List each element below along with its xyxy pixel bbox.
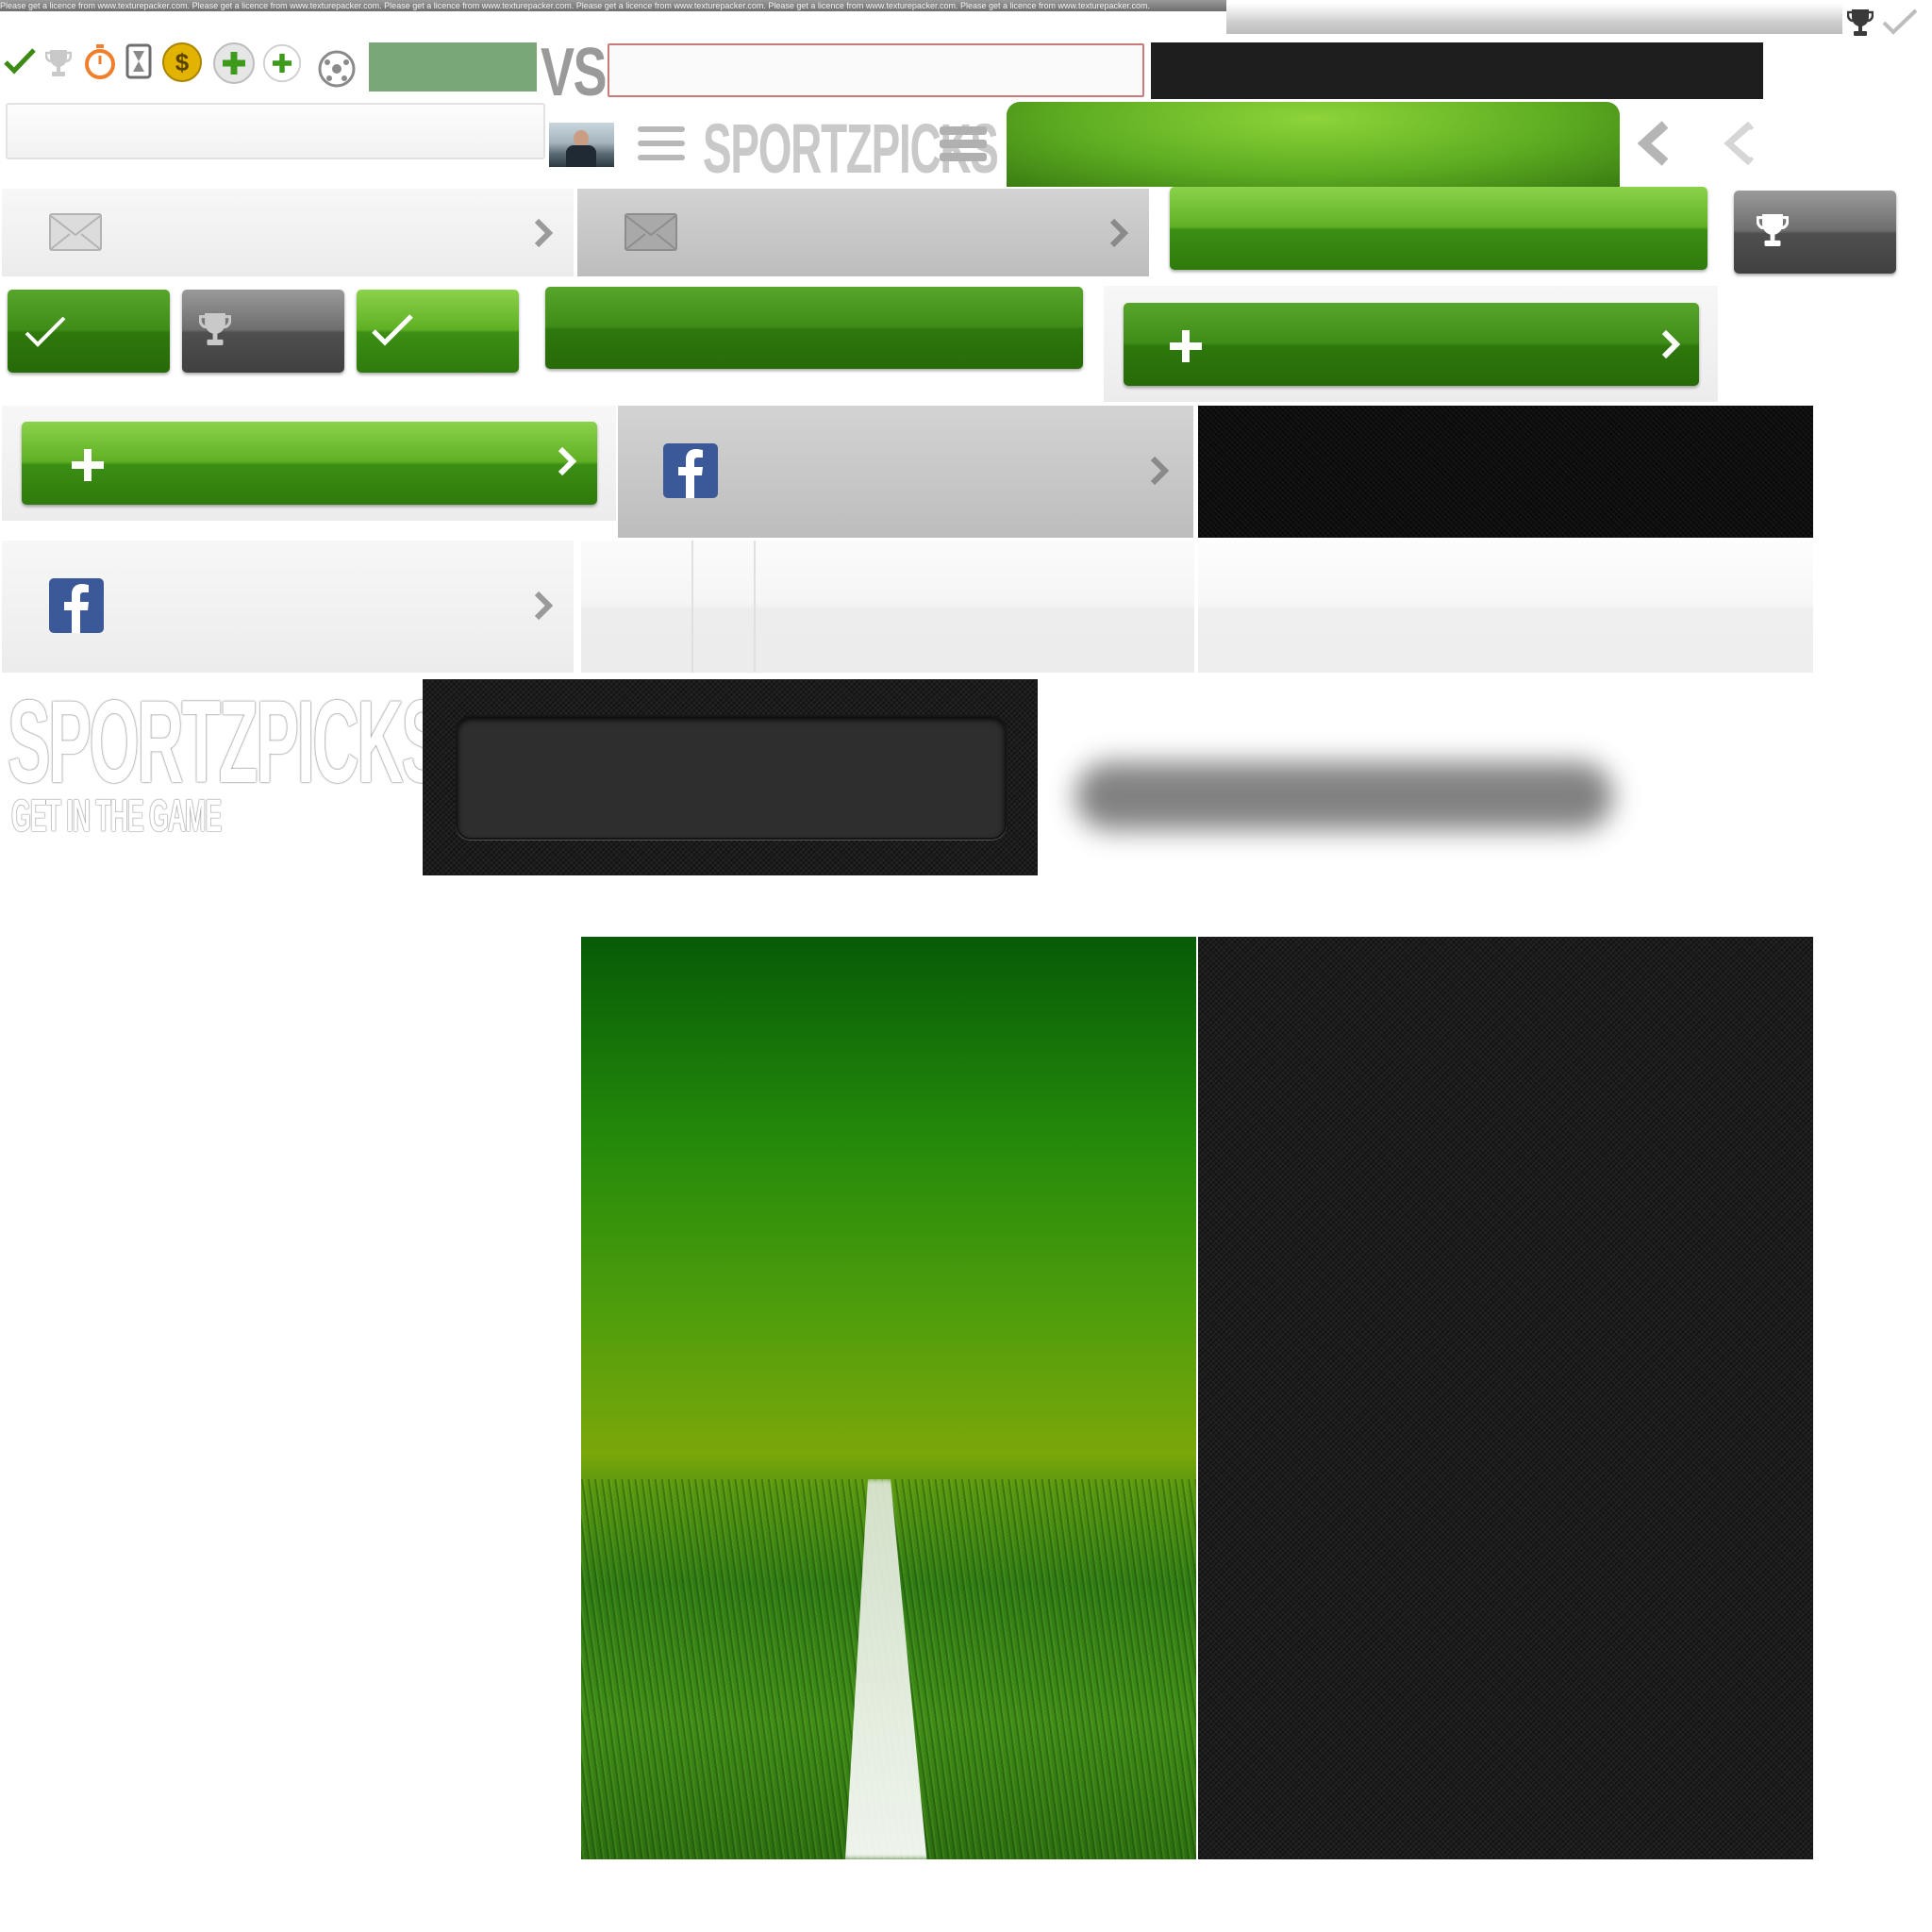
carbon-background <box>1198 937 1813 1859</box>
avatar[interactable] <box>549 123 614 167</box>
trophy-icon <box>1847 8 1874 38</box>
chevron-right-icon <box>1659 327 1682 361</box>
add-button[interactable] <box>22 422 597 505</box>
trophy-icon <box>199 310 231 348</box>
hourglass-icon <box>125 43 153 79</box>
facebook-cell[interactable] <box>2 541 574 673</box>
trophy-button[interactable] <box>182 290 344 373</box>
logo-tagline: GET IN THE GAME <box>11 791 222 841</box>
menu-icon[interactable] <box>636 121 687 166</box>
check-icon-gray <box>1881 8 1919 36</box>
plus-circle-icon[interactable] <box>212 42 256 85</box>
license-watermark: Please get a licence from www.texturepac… <box>0 0 1226 11</box>
facebook-icon <box>49 578 104 633</box>
check-icon <box>370 310 415 348</box>
coin-dollar-icon: $ <box>161 42 203 83</box>
chevron-right-icon <box>532 217 555 249</box>
mail-list-cell-selected[interactable] <box>577 189 1149 276</box>
add-button[interactable] <box>1124 303 1699 386</box>
chevron-right-icon <box>1148 455 1171 487</box>
facebook-cell-selected[interactable] <box>618 406 1193 538</box>
menu-icon[interactable] <box>938 121 989 166</box>
logo-title: SPORTZPICKS <box>8 677 444 808</box>
text-input-box[interactable] <box>608 43 1144 97</box>
chevron-right-icon <box>1108 217 1130 249</box>
mail-list-cell[interactable] <box>2 189 574 276</box>
chevron-right-icon <box>556 444 578 478</box>
dark-text-field-frame <box>423 679 1038 875</box>
facebook-icon <box>663 443 718 498</box>
silver-top-bar <box>1226 4 1842 34</box>
grass-field-background <box>581 937 1196 1859</box>
check-icon <box>4 47 36 75</box>
plus-icon <box>1167 327 1205 365</box>
green-team-bar <box>369 42 537 92</box>
mail-icon <box>49 213 102 251</box>
check-button[interactable] <box>8 290 170 373</box>
dark-text-field[interactable] <box>456 715 1007 840</box>
carbon-panel <box>1198 406 1813 538</box>
svg-text:$: $ <box>175 48 190 76</box>
add-button-frame <box>1104 286 1718 402</box>
plain-cell <box>1198 541 1813 673</box>
check-button-highlighted[interactable] <box>357 290 519 373</box>
plus-circle-icon[interactable] <box>262 43 302 83</box>
back-arrow-icon[interactable] <box>1637 121 1674 166</box>
soccer-ball-icon <box>317 49 357 89</box>
check-icon <box>23 312 68 350</box>
black-bar <box>1151 42 1763 99</box>
trophy-button[interactable] <box>1734 191 1896 274</box>
segment-divider <box>754 541 756 673</box>
segment-divider <box>691 541 693 673</box>
plus-icon <box>69 446 107 484</box>
green-wide-button-dark[interactable] <box>545 287 1083 369</box>
segmented-cell <box>581 541 1194 673</box>
add-button-frame <box>2 406 616 521</box>
stopwatch-icon <box>83 42 117 80</box>
chevron-right-icon <box>532 590 555 622</box>
header-green-banner <box>1007 102 1620 187</box>
mail-icon <box>625 213 677 251</box>
pill-shadow <box>1075 762 1613 830</box>
trophy-icon <box>45 47 72 79</box>
green-wide-button[interactable] <box>1170 187 1707 270</box>
back-arrow-icon[interactable] <box>1723 121 1760 166</box>
search-field[interactable] <box>6 103 545 159</box>
vs-label: VS <box>541 35 608 110</box>
trophy-icon <box>1757 211 1789 249</box>
